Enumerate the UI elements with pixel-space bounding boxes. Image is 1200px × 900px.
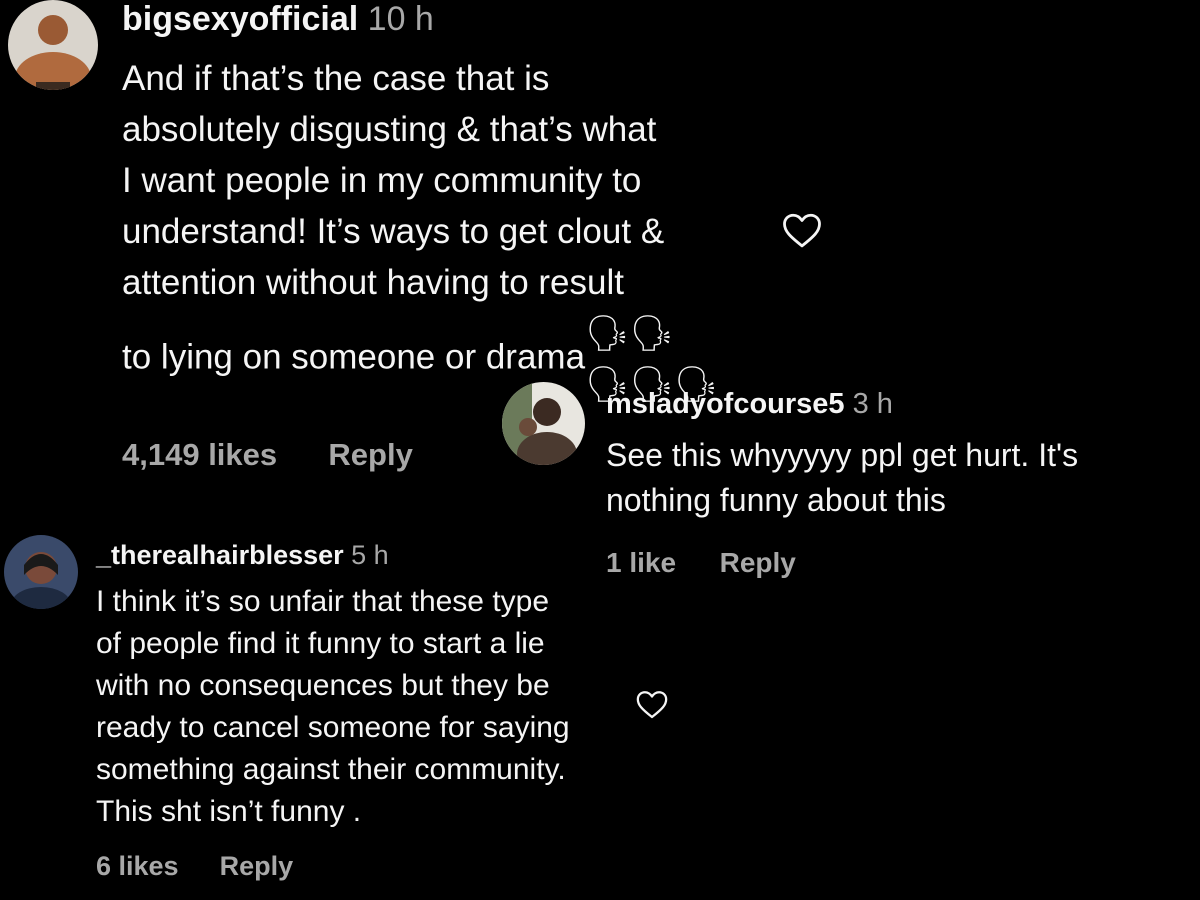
- comment-username[interactable]: msladyofcourse5: [606, 388, 845, 420]
- comment-username[interactable]: _therealhairblesser: [96, 540, 344, 570]
- comment-body: And if that’s the case that is absolutel…: [122, 59, 665, 377]
- comment-likes[interactable]: 4,149 likes: [122, 437, 277, 473]
- reply-button[interactable]: Reply: [328, 437, 412, 473]
- heart-outline-icon: [783, 213, 821, 248]
- comment-time: 3 h: [852, 388, 893, 420]
- comment-time: 5 h: [351, 540, 389, 570]
- person-avatar-icon: [8, 0, 98, 90]
- comment-likes[interactable]: 1 like: [606, 547, 676, 579]
- reply-button[interactable]: Reply: [720, 547, 796, 579]
- comment-likes[interactable]: 6 likes: [96, 851, 179, 882]
- avatar[interactable]: [502, 382, 585, 465]
- avatar[interactable]: [8, 0, 98, 90]
- avatar[interactable]: [4, 535, 78, 609]
- comment-text: I think it’s so unfair that these type o…: [96, 585, 570, 828]
- heart-outline-icon: [636, 691, 668, 719]
- reply-button[interactable]: Reply: [220, 851, 294, 882]
- comment-time: 10 h: [367, 0, 434, 38]
- like-button[interactable]: [780, 210, 824, 252]
- comment-username[interactable]: bigsexyofficial: [122, 0, 358, 38]
- person-avatar-icon: [502, 382, 585, 465]
- like-button[interactable]: [634, 688, 670, 722]
- comment-text: And if that’s the case that is absolutel…: [122, 53, 762, 410]
- comment-text: See this whyyyyy ppl get hurt. It's noth…: [606, 437, 1079, 518]
- person-avatar-icon: [4, 535, 78, 609]
